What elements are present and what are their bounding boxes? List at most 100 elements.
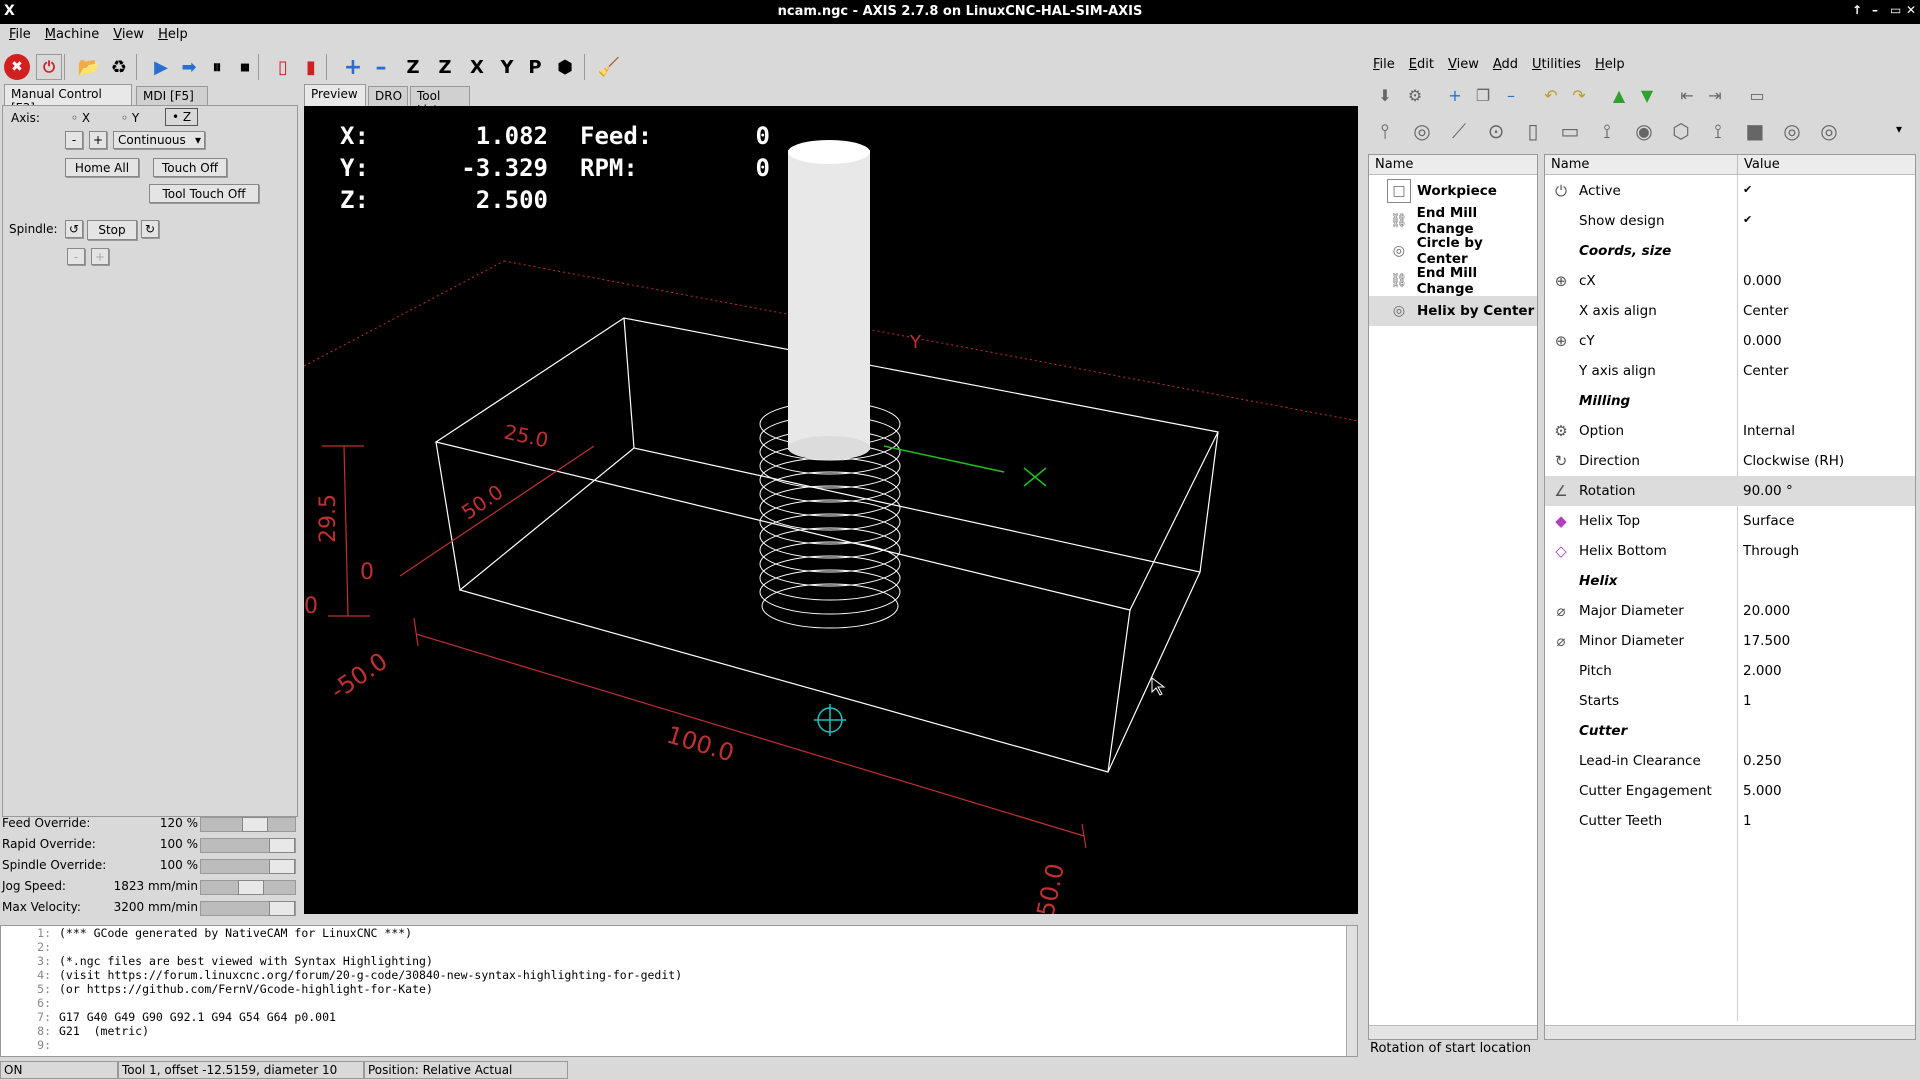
slot-icon[interactable]: ⊙ xyxy=(1483,118,1509,144)
remove-icon[interactable]: – xyxy=(1498,82,1524,108)
property-row[interactable]: Starts 1 xyxy=(1545,686,1915,716)
spindle-ccw-icon[interactable]: ↺ xyxy=(65,220,83,238)
spindle-stop-button[interactable]: Stop xyxy=(87,220,137,240)
rotate-icon[interactable]: ⬢ xyxy=(552,54,578,80)
path-icon[interactable]: ⟟ xyxy=(1594,118,1620,144)
ncam-menu-view[interactable]: View xyxy=(1441,57,1486,72)
polyline-icon[interactable]: ⟟ xyxy=(1705,118,1731,144)
property-row[interactable]: ⊕ cX 0.000 xyxy=(1545,266,1915,296)
slider-knob[interactable] xyxy=(242,817,268,832)
ncam-menu-add[interactable]: Add xyxy=(1486,57,1525,72)
property-row[interactable]: ∠ Rotation 90.00 ° xyxy=(1545,476,1915,506)
drill-icon[interactable]: ⫯ xyxy=(1372,118,1398,144)
code-line[interactable]: 6: xyxy=(1,996,1357,1010)
property-value[interactable]: Center xyxy=(1743,303,1788,319)
property-value[interactable]: Center xyxy=(1743,363,1788,379)
property-value[interactable]: ✔ xyxy=(1743,183,1752,196)
window-maximize-button[interactable]: ▭ xyxy=(1890,3,1901,17)
pocket-icon[interactable]: ◉ xyxy=(1631,118,1657,144)
collapse-icon[interactable]: ⇤ xyxy=(1674,82,1700,108)
property-row[interactable]: ⌀ Major Diameter 20.000 xyxy=(1545,596,1915,626)
code-line[interactable]: 8: G21 (metric) xyxy=(1,1024,1357,1038)
jog-minus-button[interactable]: - xyxy=(65,131,83,149)
catalog-more-icon[interactable]: ▾ xyxy=(1896,122,1902,136)
property-row[interactable]: Coords, size xyxy=(1545,236,1915,266)
property-row[interactable]: ⊕ cY 0.000 xyxy=(1545,326,1915,356)
axis-radio-y[interactable]: ◦ Y xyxy=(121,111,139,125)
code-line[interactable]: 2: xyxy=(1,940,1357,954)
view-z-icon[interactable]: Z xyxy=(400,54,426,80)
tree-hscrollbar[interactable] xyxy=(1369,1025,1537,1039)
line-icon[interactable]: ⟋ xyxy=(1446,118,1472,144)
step-icon[interactable]: ➡ xyxy=(176,54,202,80)
tab-manual-control[interactable]: Manual Control [F3] xyxy=(4,84,132,115)
stop-icon[interactable]: ⏹ xyxy=(232,54,258,80)
property-value[interactable]: Surface xyxy=(1743,513,1794,529)
zoom-out-icon[interactable]: – xyxy=(368,54,394,80)
property-row[interactable]: Pitch 2.000 xyxy=(1545,656,1915,686)
ncam-menu-utilities[interactable]: Utilities xyxy=(1525,57,1588,72)
undo-icon[interactable]: ↶ xyxy=(1538,82,1564,108)
optional-stop-icon[interactable]: ▯ xyxy=(270,54,296,80)
slider-knob[interactable] xyxy=(269,859,295,874)
property-value[interactable]: 1 xyxy=(1743,693,1752,709)
code-line[interactable]: 1: (*** GCode generated by NativeCAM for … xyxy=(1,926,1357,940)
run-icon[interactable]: ▶ xyxy=(148,54,174,80)
estop-icon[interactable]: ✖ xyxy=(4,54,30,80)
jog-plus-button[interactable]: + xyxy=(89,131,107,149)
slider-knob[interactable] xyxy=(269,901,295,916)
cylinder-icon[interactable]: ▯ xyxy=(1520,118,1546,144)
tab-mdi[interactable]: MDI [F5] xyxy=(136,86,208,106)
add-icon[interactable]: + xyxy=(1442,82,1468,108)
property-row[interactable]: ↻ Direction Clockwise (RH) xyxy=(1545,446,1915,476)
property-value[interactable]: Clockwise (RH) xyxy=(1743,453,1844,469)
property-value[interactable]: 0.000 xyxy=(1743,273,1782,289)
axis-radio-z[interactable]: • Z xyxy=(165,108,199,126)
property-value[interactable]: 17.500 xyxy=(1743,633,1790,649)
gcode-listing[interactable]: 1: (*** GCode generated by NativeCAM for … xyxy=(0,925,1358,1057)
window-close-button[interactable]: ✕ xyxy=(1906,3,1916,17)
property-row[interactable]: Helix xyxy=(1545,566,1915,596)
code-line[interactable]: 9: xyxy=(1,1038,1357,1052)
expand-icon[interactable]: ⇥ xyxy=(1702,82,1728,108)
code-line[interactable]: 3: (*.ngc files are best viewed with Synt… xyxy=(1,954,1357,968)
ncam-menu-help[interactable]: Help xyxy=(1588,57,1632,72)
property-row[interactable]: ⏻ Active ✔ xyxy=(1545,176,1915,206)
spindle-minus-button[interactable]: - xyxy=(67,248,85,265)
save-icon[interactable]: ⬇ xyxy=(1372,82,1398,108)
spindle-cw-icon[interactable]: ↻ xyxy=(141,220,159,238)
open-icon[interactable]: 📂 xyxy=(76,54,102,80)
property-row[interactable]: ◆ Helix Top Surface xyxy=(1545,506,1915,536)
tree-item[interactable]: ◎ Helix by Center xyxy=(1369,296,1537,326)
tree-item[interactable]: ⛓ End Mill Change xyxy=(1369,205,1537,237)
misc-icon[interactable]: ▭ xyxy=(1744,82,1770,108)
circle-icon[interactable]: ◎ xyxy=(1409,118,1435,144)
property-row[interactable]: X axis align Center xyxy=(1545,296,1915,326)
property-row[interactable]: Show design ✔ xyxy=(1545,206,1915,236)
override-slider[interactable] xyxy=(200,817,296,832)
ncam-menu-file[interactable]: File xyxy=(1366,57,1402,72)
code-line[interactable]: 5: (or https://github.com/FernV/Gcode-hig… xyxy=(1,982,1357,996)
reload-icon[interactable]: ♻ xyxy=(106,54,132,80)
rect-icon[interactable]: ▭ xyxy=(1557,118,1583,144)
view-x-icon[interactable]: X xyxy=(464,54,490,80)
clear-icon[interactable]: 🧹 xyxy=(596,54,622,80)
jog-mode-select[interactable]: Continuous ▾ xyxy=(113,131,205,149)
menu-file[interactable]: File xyxy=(2,27,38,42)
gcode-scrollbar[interactable] xyxy=(1346,926,1357,1056)
window-minimize-button[interactable]: – xyxy=(1872,3,1878,17)
zoom-in-icon[interactable]: + xyxy=(340,54,366,80)
copy-icon[interactable]: ❐ xyxy=(1470,82,1496,108)
property-row[interactable]: ⚙ Option Internal xyxy=(1545,416,1915,446)
tree-item[interactable]: □ Workpiece xyxy=(1369,176,1537,206)
move-up-icon[interactable]: ▲ xyxy=(1606,82,1632,108)
tool-touch-off-button[interactable]: Tool Touch Off xyxy=(149,184,259,203)
property-row[interactable]: Cutter Engagement 5.000 xyxy=(1545,776,1915,806)
code-line[interactable]: 4: (visit https://forum.linuxcnc.org/foru… xyxy=(1,968,1357,982)
code-line[interactable]: 7: G17 G40 G49 G90 G92.1 G94 G54 G64 p0.0… xyxy=(1,1010,1357,1024)
settings-icon[interactable]: ⚙ xyxy=(1402,82,1428,108)
property-value[interactable]: 20.000 xyxy=(1743,603,1790,619)
property-value[interactable]: 2.000 xyxy=(1743,663,1782,679)
prop-hscrollbar[interactable] xyxy=(1545,1025,1915,1039)
window-up-button[interactable]: ↑ xyxy=(1852,3,1862,17)
